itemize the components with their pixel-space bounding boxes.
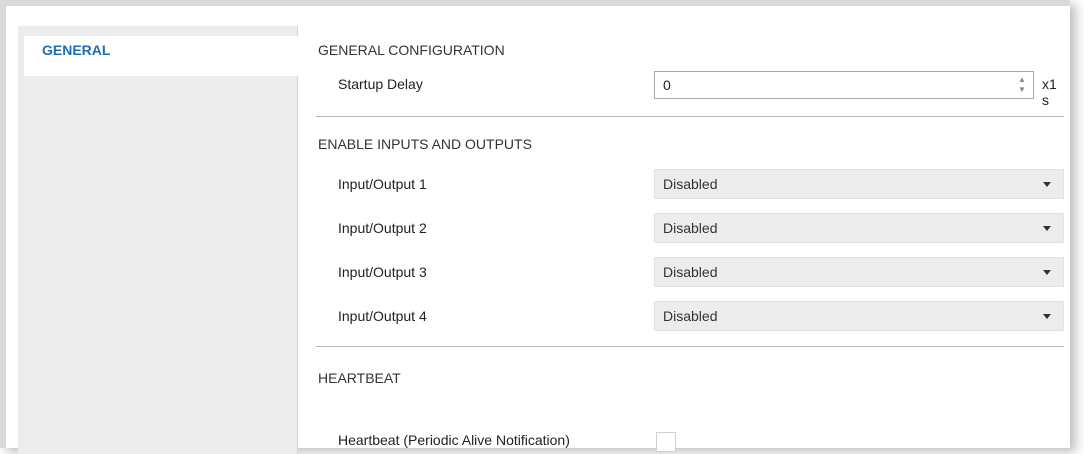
chevron-down-icon <box>1043 182 1051 187</box>
startup-delay-label: Startup Delay <box>338 76 423 92</box>
spin-up-icon[interactable]: ▲ <box>1017 75 1027 85</box>
chevron-down-icon <box>1043 270 1051 275</box>
io-4-label: Input/Output 4 <box>338 308 427 324</box>
spin-down-icon[interactable]: ▼ <box>1017 85 1027 95</box>
divider <box>316 116 1064 117</box>
heartbeat-checkbox[interactable] <box>656 432 676 452</box>
sidebar-item-general[interactable]: GENERAL <box>24 36 298 76</box>
io-1-label: Input/Output 1 <box>338 176 427 192</box>
section-title-heartbeat: HEARTBEAT <box>318 370 401 386</box>
io-3-value: Disabled <box>663 264 718 280</box>
chevron-down-icon <box>1043 226 1051 231</box>
io-1-value: Disabled <box>663 176 718 192</box>
io-2-value: Disabled <box>663 220 718 236</box>
io-2-select[interactable]: Disabled <box>654 213 1064 243</box>
startup-delay-unit: x1 s <box>1042 76 1057 108</box>
startup-delay-spinbox: 0 ▲ ▼ x1 s <box>654 71 1064 108</box>
section-title-enable-io: ENABLE INPUTS AND OUTPUTS <box>318 136 532 152</box>
divider <box>316 346 1064 347</box>
startup-delay-value: 0 <box>663 77 671 93</box>
io-2-label: Input/Output 2 <box>338 220 427 236</box>
io-4-value: Disabled <box>663 308 718 324</box>
section-title-general-configuration: GENERAL CONFIGURATION <box>318 42 505 58</box>
sidebar-item-label: GENERAL <box>42 42 111 58</box>
heartbeat-label: Heartbeat (Periodic Alive Notification) <box>338 432 570 448</box>
startup-delay-input[interactable]: 0 ▲ ▼ <box>654 71 1034 99</box>
settings-window: GENERAL GENERAL CONFIGURATION Startup De… <box>0 0 1070 454</box>
spin-arrows[interactable]: ▲ ▼ <box>1017 75 1027 95</box>
io-3-select[interactable]: Disabled <box>654 257 1064 287</box>
sidebar: GENERAL <box>18 26 298 454</box>
chevron-down-icon <box>1043 314 1051 319</box>
io-3-label: Input/Output 3 <box>338 264 427 280</box>
io-1-select[interactable]: Disabled <box>654 169 1064 199</box>
io-4-select[interactable]: Disabled <box>654 301 1064 331</box>
